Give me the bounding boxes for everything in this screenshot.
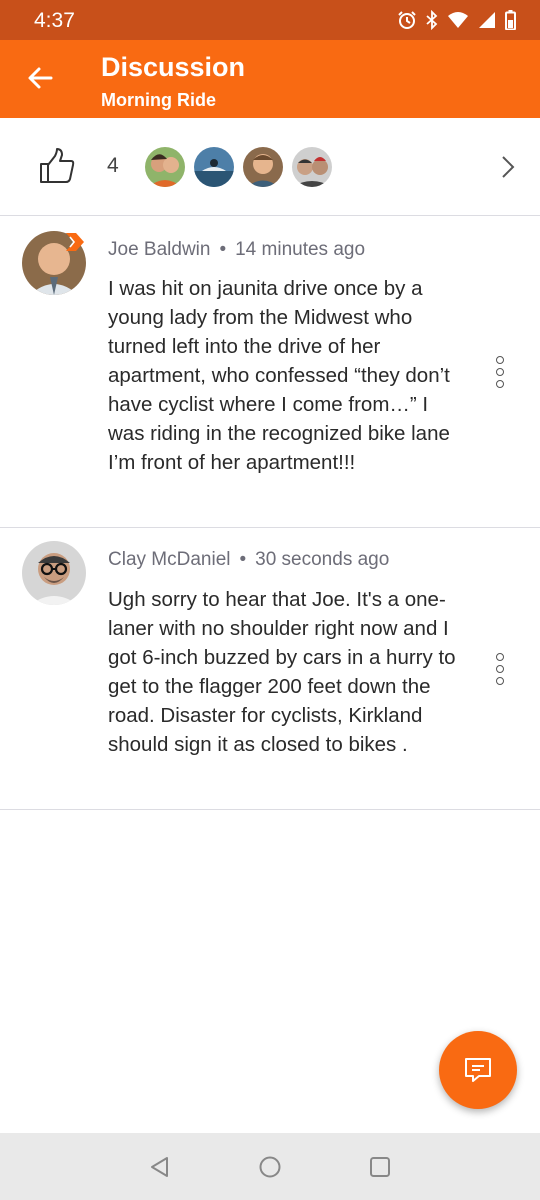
nav-home-button[interactable]: [256, 1153, 284, 1181]
vertical-dots-icon: [496, 356, 504, 364]
status-time: 4:37: [34, 9, 75, 32]
thumbs-up-icon[interactable]: [38, 148, 76, 184]
add-comment-button[interactable]: [439, 1031, 517, 1109]
comment-time: 30 seconds ago: [255, 549, 390, 570]
avatar-image: [22, 541, 86, 605]
battery-icon: [505, 10, 516, 30]
comment-author[interactable]: Joe Baldwin: [108, 239, 210, 260]
avatar-image: [243, 147, 283, 187]
signal-icon: [479, 12, 495, 28]
kudos-avatar[interactable]: [145, 147, 185, 187]
status-bar: 4:37: [0, 0, 540, 40]
avatar[interactable]: [22, 541, 86, 605]
comment-time: 14 minutes ago: [235, 239, 366, 260]
vertical-dots-icon: [496, 665, 504, 673]
kudos-count: 4: [107, 154, 119, 177]
vertical-dots-icon: [496, 380, 504, 388]
square-recents-icon: [370, 1157, 390, 1177]
kudos-avatar[interactable]: [194, 147, 234, 187]
bluetooth-icon: [426, 10, 438, 30]
back-button[interactable]: [22, 60, 58, 96]
alarm-icon: [398, 11, 416, 29]
comment: Clay McDaniel • 30 seconds ago Ugh sorry t…: [0, 528, 540, 810]
comment-text: I was hit on jaunita drive once by a you…: [108, 277, 450, 474]
circle-home-icon: [259, 1156, 281, 1178]
meta-separator: •: [239, 549, 247, 570]
comment: Joe Baldwin • 14 minutes ago I was hit on …: [0, 217, 540, 528]
comment-menu-button[interactable]: [491, 653, 509, 685]
comment-meta: Clay McDaniel • 30 seconds ago: [108, 549, 389, 571]
subscriber-badge-icon: [66, 233, 84, 251]
comment-icon: [465, 1058, 491, 1082]
comment-meta: Joe Baldwin • 14 minutes ago: [108, 239, 365, 261]
wifi-icon: [448, 12, 468, 28]
page-subtitle: Morning Ride: [101, 90, 216, 110]
comment-menu-button[interactable]: [491, 356, 509, 388]
kudos-row[interactable]: 4: [0, 118, 540, 216]
avatar-image: [145, 147, 185, 187]
vertical-dots-icon: [496, 653, 504, 661]
kudos-avatar[interactable]: [243, 147, 283, 187]
comment-author[interactable]: Clay McDaniel: [108, 549, 230, 570]
page-title: Discussion: [101, 52, 246, 82]
kudos-avatar[interactable]: [292, 147, 332, 187]
meta-separator: •: [219, 239, 227, 260]
system-nav-bar: [0, 1133, 540, 1200]
arrow-left-icon: [28, 67, 53, 89]
nav-recents-button[interactable]: [366, 1153, 394, 1181]
comment-text: Ugh sorry to hear that Joe. It's a one-l…: [108, 588, 456, 756]
avatar-image: [194, 147, 234, 187]
chevron-right-icon[interactable]: [500, 154, 516, 180]
vertical-dots-icon: [496, 368, 504, 376]
vertical-dots-icon: [496, 677, 504, 685]
status-icons: [397, 10, 516, 30]
app-bar: Discussion Morning Ride: [0, 40, 540, 118]
triangle-back-icon: [151, 1157, 168, 1177]
nav-back-button[interactable]: [146, 1153, 174, 1181]
avatar-image: [292, 147, 332, 187]
